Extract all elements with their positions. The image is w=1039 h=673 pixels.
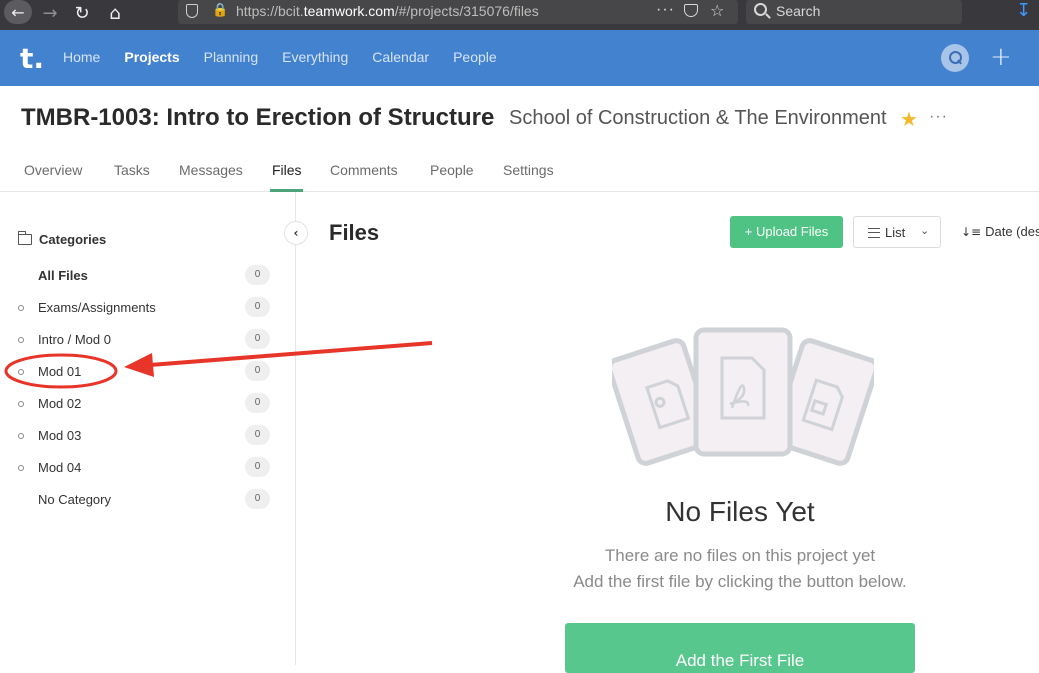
favorite-star-icon[interactable]: ★ (900, 107, 918, 131)
sort-dropdown[interactable]: ↓≡ Date (des (961, 224, 1039, 239)
collapse-sidebar-chevron-icon[interactable]: ‹ (284, 221, 308, 245)
category-label: No Category (38, 492, 111, 507)
tab-comments[interactable]: Comments (330, 162, 398, 178)
sort-icon: ↓≡ (961, 225, 982, 239)
list-icon (868, 228, 880, 238)
chevron-down-icon: ⌄ (920, 224, 930, 237)
category-label: Mod 01 (38, 364, 82, 379)
project-more-icon[interactable]: ··· (929, 108, 948, 126)
category-count: 0 (245, 265, 270, 285)
folder-icon (18, 231, 32, 245)
category-item-mod-02[interactable]: Mod 02 0 (0, 388, 296, 420)
tab-overview[interactable]: Overview (24, 162, 82, 178)
bookmark-star-icon[interactable]: ☆ (710, 1, 724, 20)
bullet-icon (18, 401, 24, 407)
bullet-icon (18, 369, 24, 375)
files-heading: Files (329, 220, 380, 245)
category-count: 0 (245, 425, 270, 445)
nav-home[interactable]: Home (63, 49, 100, 65)
teamwork-logo[interactable]: t. (20, 42, 44, 75)
reload-icon[interactable]: ↻ (70, 0, 94, 26)
app-search-icon[interactable] (941, 44, 969, 72)
category-count: 0 (245, 457, 270, 477)
search-icon (754, 3, 767, 16)
empty-state-message: There are no files on this project yet (604, 546, 876, 565)
category-count: 0 (245, 361, 270, 381)
browser-toolbar: ← → ↻ ⌂ 🔒 https://bcit.teamwork.com/#/pr… (0, 0, 1039, 30)
category-count: 0 (245, 393, 270, 413)
category-item-mod-04[interactable]: Mod 04 0 (0, 452, 296, 484)
category-item-mod-03[interactable]: Mod 03 0 (0, 420, 296, 452)
pocket-icon[interactable] (684, 4, 698, 17)
browser-search-input[interactable]: Search (746, 0, 962, 24)
lock-icon[interactable]: 🔒 (212, 3, 228, 18)
category-count: 0 (245, 329, 270, 349)
nav-people[interactable]: People (453, 49, 497, 65)
pdf-file-card-icon (693, 327, 793, 457)
search-placeholder: Search (776, 3, 821, 19)
nav-calendar[interactable]: Calendar (372, 49, 429, 65)
empty-state-hint: Add the first file by clicking the butto… (573, 572, 907, 591)
category-label: Intro / Mod 0 (38, 332, 111, 347)
url-bar[interactable]: 🔒 https://bcit.teamwork.com/#/projects/3… (178, 0, 738, 24)
project-company[interactable]: School of Construction & The Environment (509, 107, 887, 130)
bullet-icon (18, 337, 24, 343)
empty-files-illustration (612, 327, 874, 466)
nav-everything[interactable]: Everything (282, 49, 348, 65)
nav-planning[interactable]: Planning (204, 49, 259, 65)
nav-projects[interactable]: Projects (124, 49, 179, 65)
plus-icon[interactable]: + (990, 42, 1012, 72)
bullet-icon (18, 465, 24, 471)
url-text[interactable]: https://bcit.teamwork.com/#/projects/315… (236, 3, 539, 19)
category-count: 0 (245, 489, 270, 509)
category-count: 0 (245, 297, 270, 317)
app-navbar: t. Home Projects Planning Everything Cal… (0, 30, 1039, 86)
forward-arrow-icon[interactable]: → (38, 0, 62, 26)
home-icon[interactable]: ⌂ (102, 0, 128, 26)
tab-settings[interactable]: Settings (503, 162, 554, 178)
tab-messages[interactable]: Messages (179, 162, 243, 178)
project-tabs: Overview Tasks Messages Files Comments P… (0, 152, 1039, 192)
category-label: Mod 02 (38, 396, 82, 411)
project-title: TMBR-1003: Intro to Erection of Structur… (21, 104, 495, 131)
category-item-no-category[interactable]: No Category 0 (0, 484, 296, 516)
bullet-icon (18, 433, 24, 439)
add-first-file-button[interactable]: Add the First File (565, 623, 915, 673)
category-item-intro-mod-0[interactable]: Intro / Mod 0 0 (0, 324, 296, 356)
tab-tasks[interactable]: Tasks (114, 162, 150, 178)
empty-state-title: No Files Yet (665, 496, 815, 527)
category-item-exams-assignments[interactable]: Exams/Assignments 0 (0, 292, 296, 324)
sort-label: Date (des (985, 224, 1039, 239)
main-nav: Home Projects Planning Everything Calend… (63, 49, 521, 65)
bullet-icon (18, 305, 24, 311)
category-item-all-files[interactable]: All Files 0 (0, 260, 296, 292)
download-icon[interactable]: ↧ (1016, 0, 1031, 21)
category-item-mod-01[interactable]: Mod 01 0 (0, 356, 296, 388)
back-arrow-icon[interactable]: ← (4, 0, 32, 24)
page-actions-icon[interactable]: ··· (656, 1, 675, 19)
tab-files[interactable]: Files (272, 162, 302, 178)
categories-sidebar: Categories All Files 0 Exams/Assignments… (0, 192, 296, 665)
category-label: Mod 03 (38, 428, 82, 443)
view-mode-dropdown[interactable]: List ⌄ (853, 216, 941, 248)
view-mode-label: List (885, 225, 906, 240)
upload-files-button[interactable]: + Upload Files (730, 216, 843, 248)
category-label: Exams/Assignments (38, 300, 156, 315)
categories-heading: Categories (39, 232, 107, 247)
category-label: Mod 04 (38, 460, 82, 475)
tab-people[interactable]: People (430, 162, 474, 178)
category-label: All Files (38, 268, 88, 283)
shield-icon[interactable] (186, 4, 198, 18)
